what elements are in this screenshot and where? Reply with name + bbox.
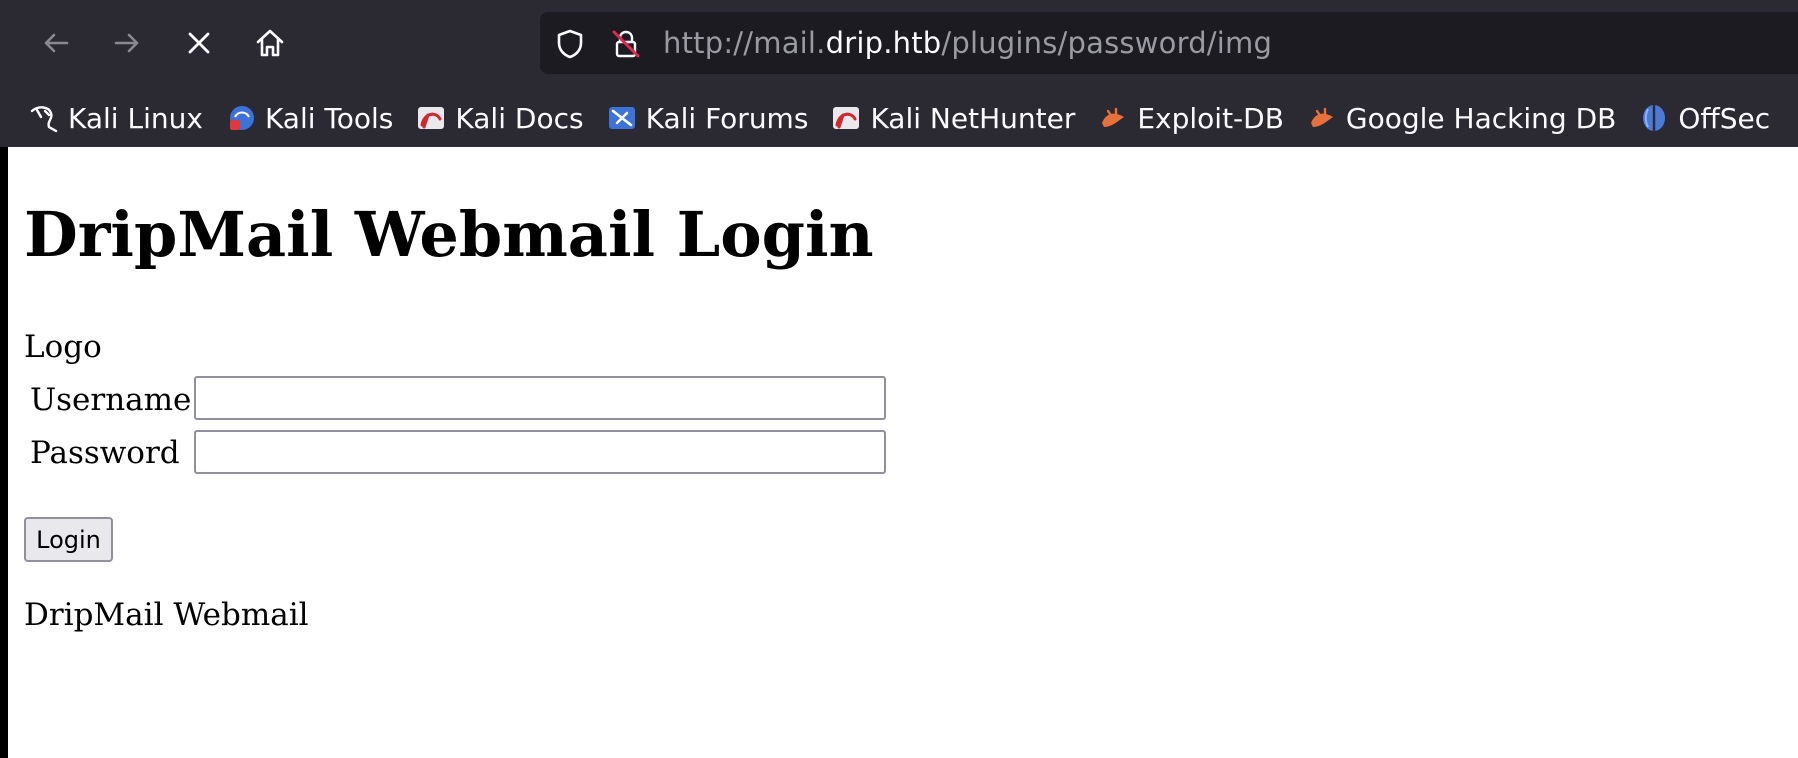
password-input[interactable] [194, 430, 886, 474]
username-input[interactable] [194, 376, 886, 420]
back-button[interactable] [33, 20, 79, 66]
password-label: Password [30, 435, 180, 471]
footer-text: DripMail Webmail [24, 597, 309, 633]
url-host: drip.htb [825, 26, 942, 60]
kali-nethunter-icon [830, 102, 862, 134]
close-icon [188, 32, 210, 54]
bookmark-label: Kali Tools [264, 101, 394, 135]
bookmark-label: Kali Docs [455, 101, 584, 135]
bookmark-offsec[interactable]: OffSec [1638, 98, 1770, 138]
insecure-lock-icon[interactable] [610, 28, 642, 60]
bookmark-label: Kali Forums [645, 101, 809, 135]
login-button[interactable]: Login [24, 517, 113, 562]
bookmark-google-hacking-db[interactable]: Google Hacking DB [1306, 98, 1616, 138]
bookmark-label: Exploit-DB [1137, 101, 1284, 135]
address-bar[interactable]: http://mail.drip.htb/plugins/password/im… [540, 12, 1798, 74]
forward-button[interactable] [104, 20, 150, 66]
bookmark-exploit-db[interactable]: Exploit-DB [1097, 98, 1284, 138]
kali-forums-icon [606, 102, 638, 134]
bookmark-label: OffSec [1678, 101, 1771, 135]
bookmarks-toolbar: Kali Linux Kali Tools Kali Docs Kali For… [0, 92, 1798, 144]
exploit-db-icon [1097, 102, 1129, 134]
browser-chrome: http://mail.drip.htb/plugins/password/im… [0, 0, 1798, 147]
bookmark-kali-linux[interactable]: Kali Linux [28, 98, 203, 138]
url-scheme: http://mail. [663, 26, 826, 60]
home-icon [256, 29, 284, 57]
bookmark-label: Google Hacking DB [1345, 101, 1617, 135]
bookmark-label: Kali Linux [68, 101, 203, 135]
arrow-left-icon [44, 33, 69, 53]
shield-icon[interactable] [554, 28, 586, 60]
stop-button[interactable] [176, 20, 222, 66]
home-button[interactable] [247, 20, 293, 66]
bookmark-label: Kali NetHunter [870, 101, 1076, 135]
browser-toolbar: http://mail.drip.htb/plugins/password/im… [0, 0, 1798, 88]
offsec-icon [1638, 102, 1670, 134]
page-viewport: DripMail Webmail Login Logo Username Pas… [8, 147, 1798, 758]
bookmark-kali-tools[interactable]: Kali Tools [225, 98, 393, 138]
logo-image-alt: Logo [24, 329, 102, 365]
arrow-right-icon [114, 33, 139, 53]
url-path: /plugins/password/img [941, 26, 1273, 60]
kali-dragon-icon [28, 102, 60, 134]
kali-tools-icon [225, 102, 257, 134]
page-title: DripMail Webmail Login [24, 198, 874, 271]
url-text[interactable]: http://mail.drip.htb/plugins/password/im… [663, 27, 1272, 59]
bookmark-kali-docs[interactable]: Kali Docs [415, 98, 584, 138]
bookmark-kali-forums[interactable]: Kali Forums [606, 98, 809, 138]
kali-docs-icon [415, 102, 447, 134]
username-label: Username [30, 382, 192, 418]
google-hacking-db-icon [1306, 102, 1338, 134]
bookmark-kali-nethunter[interactable]: Kali NetHunter [830, 98, 1075, 138]
